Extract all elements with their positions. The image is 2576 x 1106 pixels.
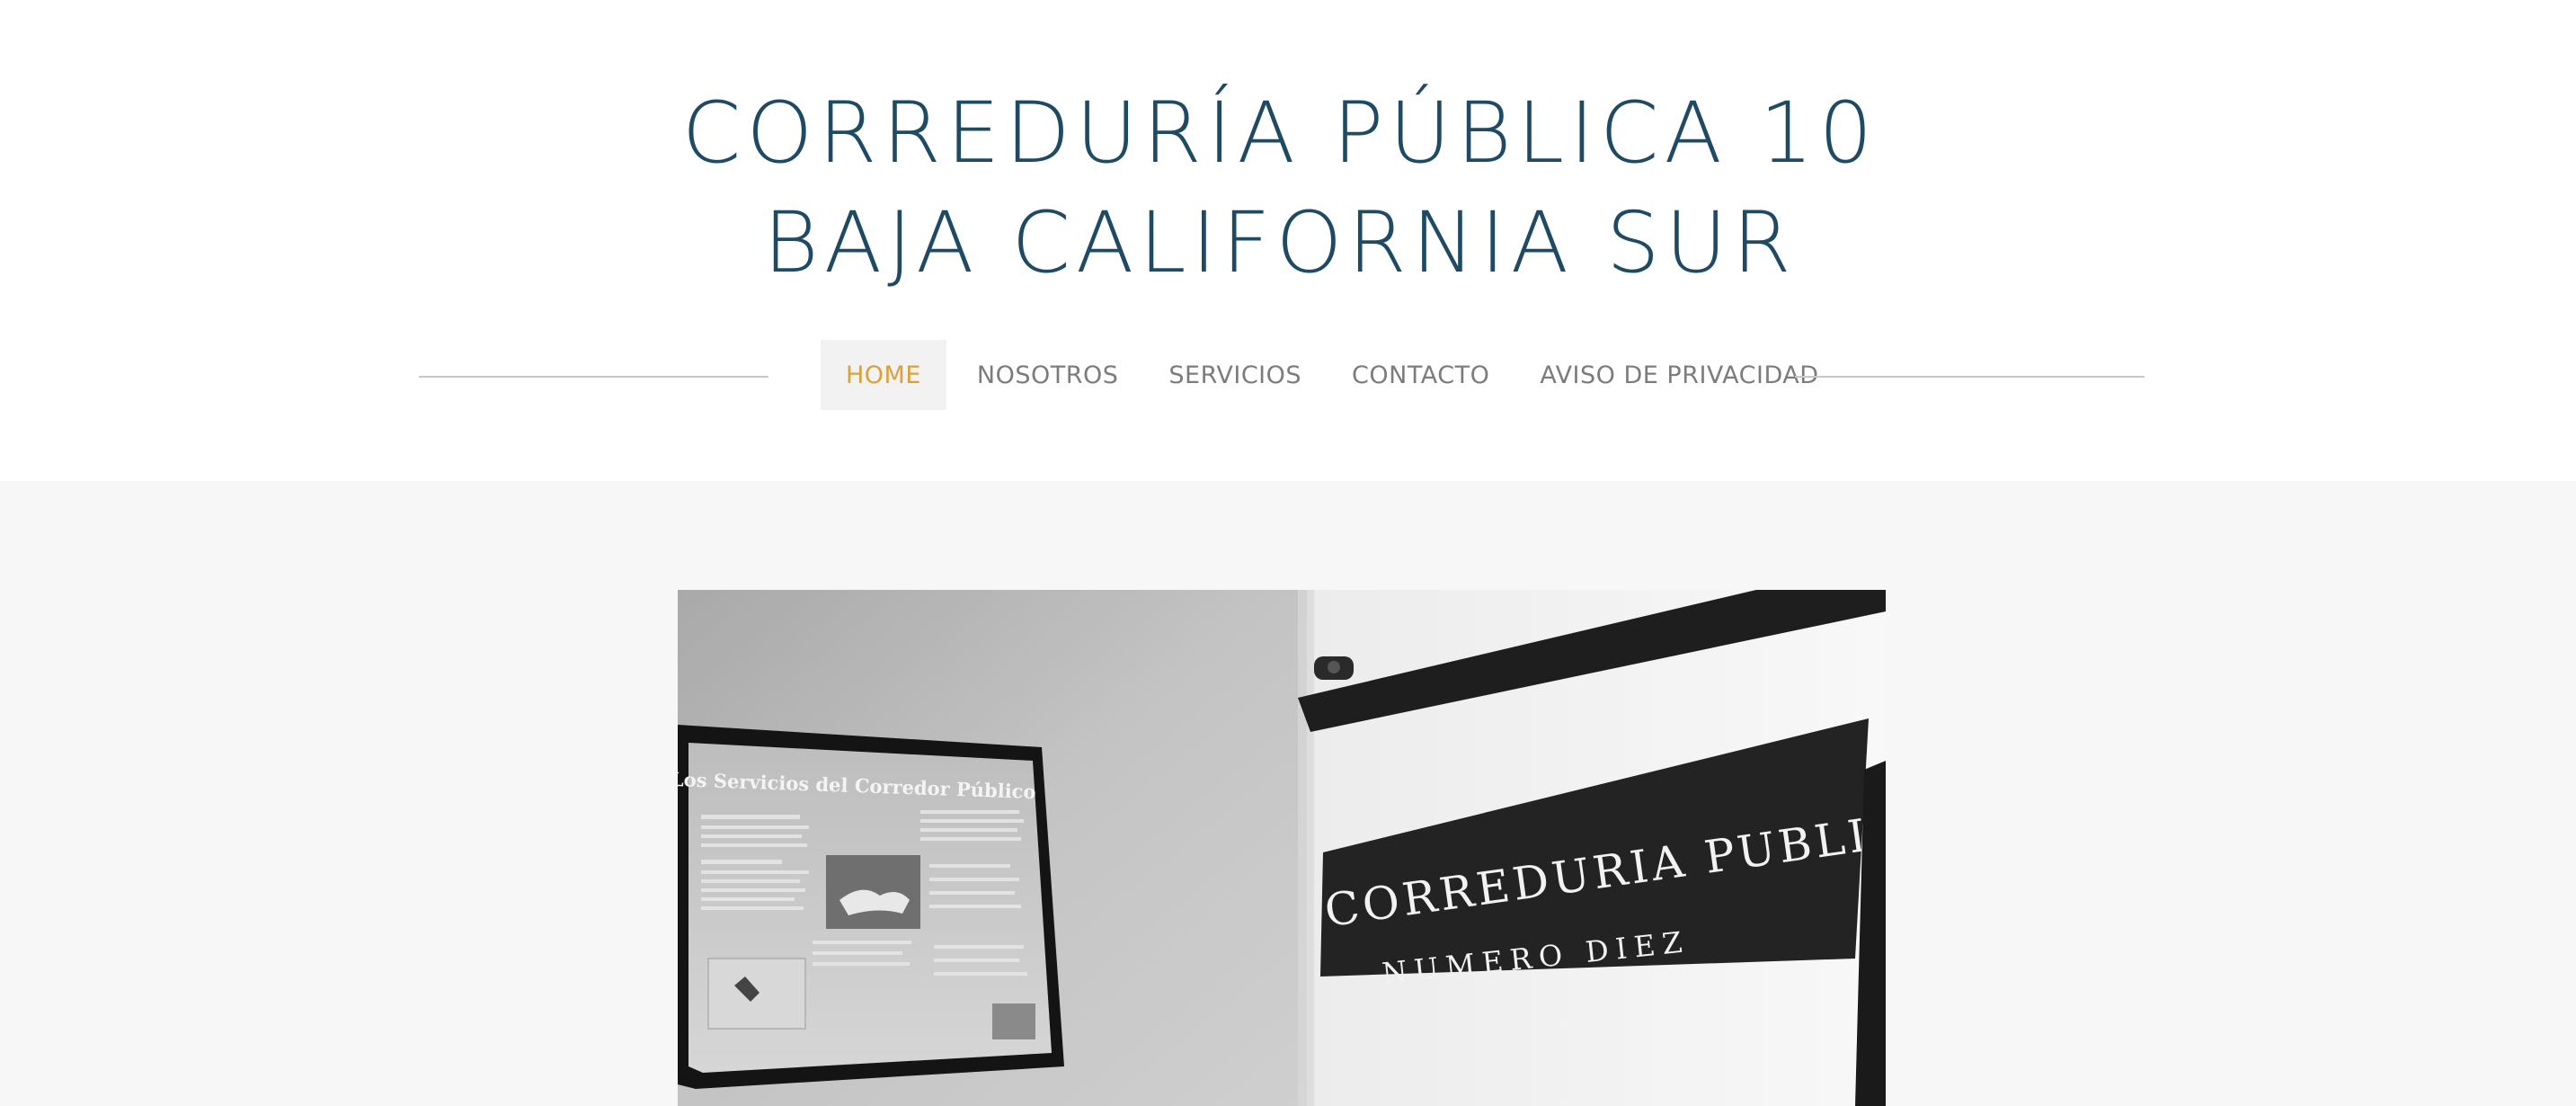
nav-item-contacto[interactable]: CONTACTO	[1327, 340, 1515, 410]
nav-item-home[interactable]: HOME	[821, 340, 946, 410]
main-nav: HOME NOSOTROS SERVICIOS CONTACTO AVISO D…	[821, 340, 1844, 410]
nav-item-nosotros[interactable]: NOSOTROS	[946, 340, 1143, 410]
nav-item-servicios[interactable]: SERVICIOS	[1143, 340, 1327, 410]
wall-corner	[1298, 590, 1314, 1106]
framed-poster: Los Servicios del Corredor Público	[678, 725, 1064, 1089]
nav-divider-right	[1795, 376, 2145, 378]
nav-divider-left	[419, 376, 768, 378]
page: CORREDURÍA PÚBLICA 10 BAJA CALIFORNIA SU…	[0, 0, 2576, 1106]
security-camera-icon	[1314, 656, 1354, 680]
hero-image: Los Servicios del Corredor Público CORRE…	[678, 590, 1886, 1106]
site-title-line-1: CORREDURÍA PÚBLICA 10	[681, 85, 1879, 183]
content-area: Los Servicios del Corredor Público CORRE…	[0, 481, 2576, 1106]
office-photo: Los Servicios del Corredor Público CORRE…	[678, 590, 1886, 1106]
site-header: CORREDURÍA PÚBLICA 10 BAJA CALIFORNIA SU…	[0, 0, 2576, 481]
site-title[interactable]: CORREDURÍA PÚBLICA 10 BAJA CALIFORNIA SU…	[0, 79, 2560, 299]
site-title-line-2: BAJA CALIFORNIA SUR	[763, 194, 1797, 292]
nav-item-aviso-de-privacidad[interactable]: AVISO DE PRIVACIDAD	[1515, 340, 1843, 410]
